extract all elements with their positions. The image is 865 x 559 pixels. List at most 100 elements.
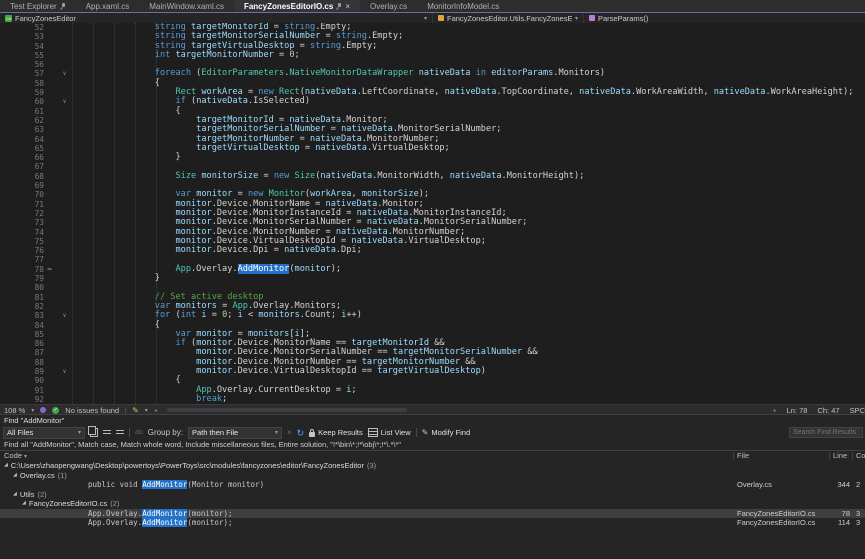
chevron-down-icon[interactable]: ▾: [145, 407, 148, 414]
code-line[interactable]: 76monitor.Device.Dpi = nativeData.Dpi;: [0, 246, 865, 255]
tab-mainwindow-xaml-cs[interactable]: MainWindow.xaml.cs: [139, 0, 234, 12]
code-line[interactable]: 89∨monitor.Device.VirtualDesktopId == ta…: [0, 367, 865, 376]
pencil-icon: ✎: [422, 428, 429, 437]
scroll-right-icon[interactable]: ▸: [774, 407, 777, 414]
code-line[interactable]: 79}: [0, 274, 865, 283]
line-number: 83: [0, 311, 44, 320]
code-text: Size monitorSize = new Size(nativeData.M…: [72, 172, 584, 181]
modify-find-button[interactable]: ✎ Modify Find: [422, 428, 470, 437]
expander-icon[interactable]: ◢: [13, 490, 17, 500]
scope-value: All Files: [7, 428, 33, 437]
close-icon[interactable]: ×: [345, 2, 350, 11]
scrollbar-thumb[interactable]: [167, 408, 407, 412]
fold-margin: [57, 274, 72, 283]
code-line[interactable]: 53string targetMonitorSerialNumber = str…: [0, 32, 865, 41]
expander-icon[interactable]: ◢: [13, 471, 17, 481]
list-view-button[interactable]: List View: [368, 428, 411, 437]
collapse-chevron-icon[interactable]: ∨: [57, 367, 72, 376]
find-result-row[interactable]: ◢FancyZonesEditorIO.cs(2): [0, 499, 865, 509]
collapse-chevron-icon[interactable]: ∨: [57, 69, 72, 78]
margin-slot: [44, 348, 57, 357]
code-line[interactable]: 55int targetMonitorNumber = 0;: [0, 51, 865, 60]
column-header-line[interactable]: Line: [833, 451, 847, 461]
column-header-column[interactable]: Column: [856, 451, 865, 461]
pin-icon[interactable]: [336, 3, 342, 10]
find-result-row[interactable]: ◢Utils(2): [0, 490, 865, 500]
project-dropdown[interactable]: C# FancyZonesEditor ▾: [0, 13, 433, 23]
margin-slot: [44, 144, 57, 153]
copy-icon[interactable]: [90, 428, 98, 437]
stop-search-icon[interactable]: ×: [287, 428, 292, 437]
code-line[interactable]: 70var monitor = new Monitor(workArea, mo…: [0, 190, 865, 199]
find-result-row[interactable]: App.Overlay.AddMonitor(monitor);FancyZon…: [0, 509, 865, 519]
preserve-case-icon[interactable]: ab: [135, 429, 143, 436]
column-divider[interactable]: [733, 452, 734, 460]
keep-results-label: Keep Results: [318, 428, 363, 437]
member-dropdown[interactable]: ParseParams(): [584, 13, 865, 23]
repeat-find-icon[interactable]: ↻: [297, 429, 305, 437]
find-result-row[interactable]: public void AddMonitor(Monitor monitor)O…: [0, 480, 865, 490]
fold-margin: [57, 376, 72, 385]
code-line[interactable]: 65targetVirtualDesktop = nativeData.Virt…: [0, 144, 865, 153]
collapse-chevron-icon[interactable]: ∨: [57, 97, 72, 106]
group-by-dropdown[interactable]: Path then File ▾: [188, 427, 282, 439]
tab-app-xaml-cs[interactable]: App.xaml.cs: [76, 0, 140, 12]
chevron-down-icon[interactable]: ▾: [31, 407, 34, 414]
tab-overlay-cs[interactable]: Overlay.cs: [360, 0, 417, 12]
code-line[interactable]: 60∨if (nativeData.IsSelected): [0, 97, 865, 106]
margin-slot: [44, 125, 57, 134]
result-group-label: FancyZonesEditorIO.cs: [29, 499, 107, 509]
pin-icon[interactable]: [60, 3, 66, 10]
code-line[interactable]: 90{: [0, 376, 865, 385]
code-line[interactable]: 75monitor.Device.VirtualDesktopId = nati…: [0, 237, 865, 246]
code-editor[interactable]: 52string targetMonitorId = string.Empty;…: [0, 23, 865, 404]
code-line[interactable]: 69: [0, 181, 865, 190]
column-divider[interactable]: [852, 452, 853, 460]
horizontal-scrollbar[interactable]: [163, 407, 768, 413]
fold-margin: [57, 339, 72, 348]
code-line[interactable]: 83∨for (int i = 0; i < monitors.Count; i…: [0, 311, 865, 320]
find-result-row[interactable]: ◢C:\Users\zhaopengwang\Desktop\powertoys…: [0, 461, 865, 471]
code-line[interactable]: 80: [0, 283, 865, 292]
code-line[interactable]: 91App.Overlay.CurrentDesktop = i;: [0, 386, 865, 395]
margin-slot: [44, 42, 57, 51]
code-line[interactable]: 59Rect workArea = new Rect(nativeData.Le…: [0, 88, 865, 97]
tab-monitorinfomodel-cs[interactable]: MonitorInfoModel.cs: [417, 0, 509, 12]
line-number: 56: [0, 60, 44, 69]
fold-margin: [57, 23, 72, 32]
code-line[interactable]: 92break;: [0, 395, 865, 404]
scope-dropdown[interactable]: All Files ▾: [3, 427, 85, 439]
code-line[interactable]: 78✎App.Overlay.AddMonitor(monitor);: [0, 265, 865, 274]
type-dropdown[interactable]: FancyZonesEditor.Utils.FancyZonesEditorI…: [433, 13, 584, 23]
collapse-chevron-icon[interactable]: ∨: [57, 311, 72, 320]
find-result-row[interactable]: ◢Overlay.cs(1): [0, 471, 865, 481]
collapse-all-icon[interactable]: [116, 429, 124, 436]
code-line[interactable]: 66}: [0, 153, 865, 162]
column-header-file[interactable]: File: [737, 451, 749, 461]
code-text: if (nativeData.IsSelected): [72, 97, 310, 106]
column-divider[interactable]: [829, 452, 830, 460]
margin-slot: [44, 209, 57, 218]
code-line[interactable]: 68Size monitorSize = new Size(nativeData…: [0, 172, 865, 181]
expand-all-icon[interactable]: [103, 429, 111, 436]
keep-results-button[interactable]: Keep Results: [309, 428, 363, 437]
code-line[interactable]: 54string targetVirtualDesktop = string.E…: [0, 42, 865, 51]
tab-test-explorer[interactable]: Test Explorer: [0, 0, 76, 12]
margin-slot: [44, 321, 57, 330]
scroll-left-icon[interactable]: ◂: [154, 407, 157, 414]
search-find-results-input[interactable]: [789, 427, 863, 438]
expander-icon[interactable]: ◢: [4, 461, 8, 471]
code-line[interactable]: 52string targetMonitorId = string.Empty;: [0, 23, 865, 32]
expander-icon[interactable]: ◢: [22, 499, 26, 509]
document-health-icon[interactable]: [40, 407, 46, 413]
line-number: 92: [0, 395, 44, 404]
code-line[interactable]: 57∨foreach (EditorParameters.NativeMonit…: [0, 69, 865, 78]
tab-fancyzoneseditorio-cs[interactable]: FancyZonesEditorIO.cs ×: [234, 0, 360, 12]
code-line[interactable]: 82var monitors = App.Overlay.Monitors;: [0, 302, 865, 311]
code-line[interactable]: 81// Set active desktop: [0, 293, 865, 302]
code-line[interactable]: 84{: [0, 321, 865, 330]
code-line[interactable]: 77: [0, 255, 865, 264]
find-results-panel: Find "AddMonitor" All Files ▾ ab Group b…: [0, 414, 865, 559]
code-line[interactable]: 61{: [0, 107, 865, 116]
find-result-row[interactable]: App.Overlay.AddMonitor(monitor);FancyZon…: [0, 518, 865, 528]
